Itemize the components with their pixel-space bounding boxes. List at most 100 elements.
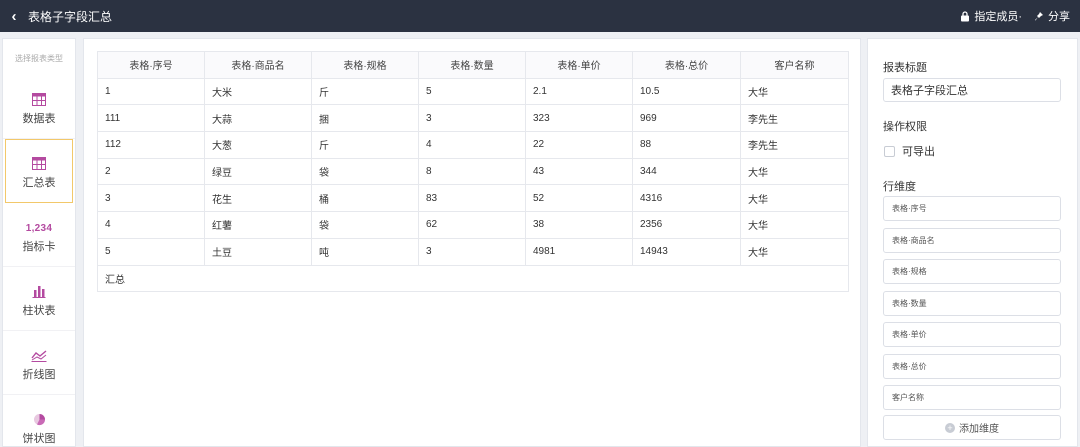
bar-chart-icon: [32, 280, 46, 298]
table-cell: 4: [418, 131, 526, 159]
table-cell: 4316: [632, 184, 741, 213]
table-cell: 38: [525, 211, 633, 239]
table-cell: 李先生: [740, 104, 849, 133]
table-cell: 344: [632, 157, 741, 186]
table-cell: 5: [418, 77, 526, 106]
plus-icon: +: [945, 422, 955, 433]
report-type-bar-chart[interactable]: 柱状表: [3, 267, 75, 331]
top-bar: ‹ 表格子字段汇总 指定成员· 分享: [0, 0, 1080, 32]
report-type-label: 指标卡: [22, 240, 56, 253]
table-cell: 大米: [204, 77, 312, 106]
report-type-label: 数据表: [22, 112, 56, 125]
table-cell: 大华: [740, 77, 849, 106]
share-button[interactable]: 分享: [1034, 8, 1070, 24]
assign-members-button[interactable]: 指定成员·: [960, 8, 1022, 24]
column-header[interactable]: 表格·总价: [632, 51, 741, 79]
lock-icon: [961, 10, 970, 21]
report-type-metric-card[interactable]: 1,234 指标卡: [3, 203, 75, 267]
table-cell: 吨: [311, 237, 419, 266]
report-type-label: 汇总表: [22, 177, 56, 189]
table-row: 1 大米 斤 5 2.1 10.5 大华: [97, 77, 849, 106]
table-row: 5 土豆 吨 3 4981 14943 大华: [97, 237, 849, 266]
table-cell: 红薯: [204, 211, 312, 239]
row-dimension-item[interactable]: 表格·规格: [883, 259, 1061, 284]
column-header[interactable]: 表格·单价: [525, 51, 633, 79]
table-cell: 3: [418, 104, 526, 133]
table-cell: 323: [525, 104, 633, 133]
table-cell: 2.1: [525, 77, 633, 106]
table-cell: 斤: [311, 77, 419, 106]
add-dimension-label: 添加维度: [959, 424, 999, 435]
table-cell: 大葱: [204, 131, 312, 159]
table-cell: 3: [418, 237, 526, 266]
summary-table: 表格·序号 表格·商品名 表格·规格 表格·数量 表格·单价 表格·总价 客户名…: [97, 51, 849, 293]
page-title: 表格子字段汇总: [28, 9, 113, 24]
report-type-data-table[interactable]: 数据表: [3, 75, 75, 139]
summary-table-panel: 表格·序号 表格·商品名 表格·规格 表格·数量 表格·单价 表格·总价 客户名…: [83, 38, 861, 447]
table-header-row: 表格·序号 表格·商品名 表格·规格 表格·数量 表格·单价 表格·总价 客户名…: [97, 51, 849, 79]
assign-members-label: 指定成员·: [974, 11, 1022, 23]
table-row: 4 红薯 袋 62 38 2356 大华: [97, 211, 849, 239]
table-cell: 捆: [311, 104, 419, 133]
back-icon[interactable]: ‹: [0, 0, 28, 32]
table-cell: 2: [97, 157, 205, 186]
report-type-label: 折线图: [22, 368, 56, 381]
permission-label: 操作权限: [883, 121, 927, 133]
column-header[interactable]: 表格·商品名: [204, 51, 312, 79]
table-cell: 袋: [311, 157, 419, 186]
table-cell: 111: [97, 104, 205, 133]
table-cell: 10.5: [632, 77, 741, 106]
table-cell: 土豆: [204, 237, 312, 266]
table-cell: 43: [525, 157, 633, 186]
table-cell: 大华: [740, 157, 849, 186]
summary-cell: 汇总: [97, 264, 849, 293]
summary-row: 汇总: [97, 264, 849, 293]
checkbox-box[interactable]: [884, 145, 895, 157]
table-cell: 袋: [311, 211, 419, 239]
summary-table-icon: [32, 152, 46, 170]
table-cell: 大华: [740, 237, 849, 266]
table-cell: 花生: [204, 184, 312, 213]
exportable-checkbox[interactable]: 可导出: [884, 143, 935, 159]
table-cell: 大华: [740, 211, 849, 239]
table-icon: [32, 88, 46, 106]
table-cell: 22: [525, 131, 633, 159]
report-type-label: 饼状图: [22, 432, 56, 445]
table-cell: 5: [97, 237, 205, 266]
metric-card-icon: 1,234: [25, 222, 53, 234]
report-type-pie-chart[interactable]: 饼状图: [3, 395, 75, 447]
row-dimension-label: 行维度: [883, 181, 916, 193]
column-header[interactable]: 客户名称: [740, 51, 849, 79]
table-cell: 8: [418, 157, 526, 186]
report-title-label: 报表标题: [883, 62, 927, 74]
table-cell: 112: [97, 131, 205, 159]
sidebar-heading: 选择报表类型: [15, 54, 63, 63]
table-row: 111 大蒜 捆 3 323 969 李先生: [97, 104, 849, 133]
settings-panel: 报表标题 表格子字段汇总 操作权限 可导出 行维度 表格·序号 表格·商品名 表…: [867, 38, 1078, 447]
pin-icon: [1035, 11, 1043, 20]
table-cell: 969: [632, 104, 741, 133]
table-cell: 4: [97, 211, 205, 239]
table-cell: 62: [418, 211, 526, 239]
report-title-input[interactable]: 表格子字段汇总: [883, 78, 1061, 102]
row-dimension-item[interactable]: 表格·序号: [883, 196, 1061, 221]
table-cell: 52: [525, 184, 633, 213]
report-type-summary-table[interactable]: 汇总表: [5, 139, 73, 203]
row-dimension-item[interactable]: 客户名称: [883, 385, 1061, 410]
table-cell: 绿豆: [204, 157, 312, 186]
add-dimension-button[interactable]: + 添加维度: [883, 415, 1061, 440]
report-type-line-chart[interactable]: 折线图: [3, 331, 75, 395]
column-header[interactable]: 表格·序号: [97, 51, 205, 79]
report-type-label: 柱状表: [22, 304, 56, 317]
share-label: 分享: [1048, 11, 1070, 23]
row-dimension-item[interactable]: 表格·数量: [883, 290, 1061, 316]
column-header[interactable]: 表格·数量: [418, 51, 526, 79]
row-dimension-item[interactable]: 表格·商品名: [883, 227, 1061, 253]
column-header[interactable]: 表格·规格: [311, 51, 419, 79]
table-cell: 大华: [740, 184, 849, 213]
table-cell: 桶: [311, 184, 419, 213]
row-dimension-item[interactable]: 表格·总价: [883, 353, 1061, 379]
table-cell: 14943: [632, 237, 741, 266]
report-type-sidebar: 选择报表类型 数据表 汇总表 1,234 指标卡 柱状表 折线图 饼状图: [2, 38, 76, 447]
row-dimension-item[interactable]: 表格·单价: [883, 322, 1061, 347]
